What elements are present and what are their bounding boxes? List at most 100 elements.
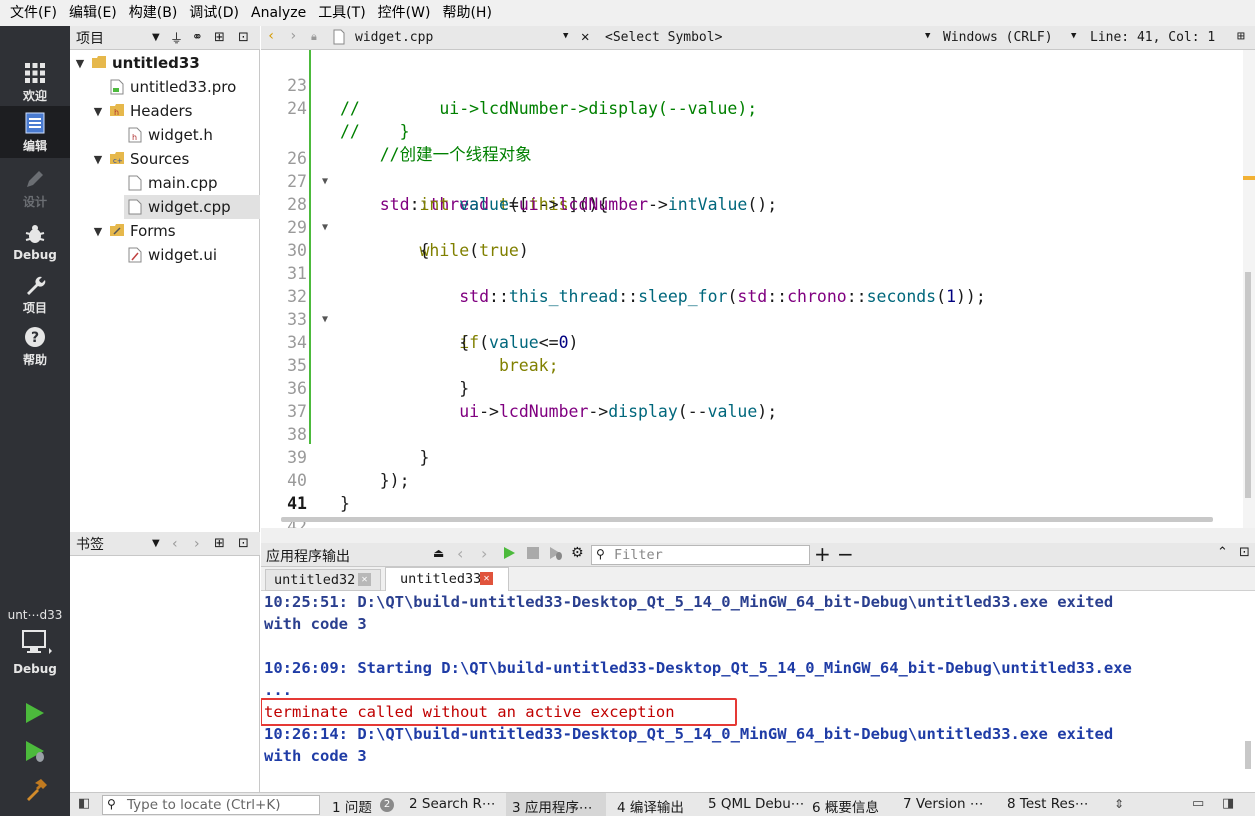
tree-label: Headers [130, 102, 193, 120]
tree-item-widget-cpp[interactable]: widget.cpp [124, 195, 260, 219]
tree-project-root[interactable]: ▼ untitled33 [74, 51, 260, 75]
menu-bar: 文件(F) 编辑(E) 构建(B) 调试(D) Analyze 工具(T) 控件… [0, 0, 1255, 26]
code-line: 34 break; [261, 308, 1241, 375]
zoom-out-icon[interactable]: − [837, 542, 854, 566]
toggle-right-sidebar-icon[interactable]: ◨ [1222, 796, 1234, 811]
current-file-name[interactable]: widget.cpp [355, 30, 433, 45]
menu-file[interactable]: 文件(F) [4, 0, 63, 26]
pane-test-results[interactable]: 8 Test Res⋯ [1007, 796, 1088, 812]
pane-application-output[interactable]: 3 应用程序⋯ [512, 796, 592, 816]
split-icon[interactable]: ⊞ [214, 536, 225, 551]
menu-tools[interactable]: 工具(T) [312, 0, 371, 26]
project-view-dropdown-icon[interactable]: ▼ [152, 32, 160, 43]
build-hammer-icon[interactable] [24, 778, 48, 806]
menu-debug[interactable]: 调试(D) [183, 0, 245, 26]
tree-item-widget-h[interactable]: h widget.h [128, 123, 260, 147]
mode-edit[interactable]: 编辑 [0, 106, 70, 158]
close-panel-icon[interactable]: ⊡ [238, 30, 249, 45]
editor-scroll-thumb[interactable] [1245, 272, 1251, 498]
application-output[interactable]: 10:25:51: D:\QT\build-untitled33-Desktop… [261, 591, 1255, 792]
close-tab-icon[interactable]: ✕ [480, 572, 493, 585]
split-editor-icon[interactable]: ⊞ [1237, 29, 1245, 44]
nav-forward-icon[interactable]: › [289, 28, 297, 44]
mode-debug-label: Debug [13, 248, 57, 262]
tree-item-pro-file[interactable]: untitled33.pro [110, 75, 260, 99]
menu-analyze[interactable]: Analyze [245, 0, 312, 26]
code-line: 39 }); [261, 423, 1241, 490]
close-tab-icon[interactable]: ✕ [358, 573, 371, 586]
close-file-icon[interactable]: ✕ [581, 29, 589, 45]
chevron-right-icon[interactable]: › [194, 536, 200, 552]
rerun-icon[interactable] [503, 546, 516, 564]
file-dropdown-icon[interactable]: ▼ [563, 31, 568, 41]
kit-selector-icon[interactable] [22, 630, 52, 662]
chevron-left-icon[interactable]: ‹ [457, 544, 463, 563]
symbol-selector[interactable]: <Select Symbol> [605, 30, 722, 45]
tree-folder-headers[interactable]: ▼ h Headers [92, 99, 260, 123]
menu-controls[interactable]: 控件(W) [372, 0, 437, 26]
close-panel-icon[interactable]: ⊡ [238, 536, 249, 551]
output-scroll-thumb[interactable] [1245, 741, 1251, 769]
lock-icon: 🔒︎ [311, 30, 317, 43]
debug-attach-icon[interactable] [549, 546, 563, 564]
tree-item-widget-ui[interactable]: widget.ui [128, 243, 260, 267]
mode-welcome[interactable]: 欢迎 [0, 56, 70, 108]
line-ending-selector[interactable]: Windows (CRLF) [943, 30, 1053, 45]
pane-version-control[interactable]: 7 Version ⋯ [903, 796, 983, 812]
settings-gear-icon[interactable]: ⚙ [571, 545, 584, 561]
tree-folder-forms[interactable]: ▼ Forms [92, 219, 260, 243]
attach-icon[interactable]: ⏏ [433, 546, 444, 560]
output-filter-input[interactable]: ⚲ Filter [591, 545, 810, 565]
tree-folder-sources[interactable]: ▼ c+ Sources [92, 147, 260, 171]
editor-horizontal-scrollbar[interactable] [281, 517, 1213, 522]
file-tab-icon [333, 29, 345, 49]
pane-search-results[interactable]: 2 Search R⋯ [409, 796, 495, 812]
kit-build-mode: Debug [13, 662, 57, 676]
pane-qml-debugger[interactable]: 5 QML Debu⋯ [708, 796, 804, 812]
panel-splitter[interactable] [261, 528, 1255, 543]
close-panel-icon[interactable]: ⊡ [1239, 545, 1250, 560]
editor-toolbar: ‹ › 🔒︎ widget.cpp ▼ ✕ <Select Symbol> ▼ … [261, 26, 1255, 50]
debug-run-icon[interactable] [24, 740, 48, 768]
pane-compile-output[interactable]: 4 编译输出 [617, 796, 684, 816]
split-icon[interactable]: ⊞ [214, 30, 225, 45]
run-icon[interactable] [24, 702, 46, 728]
code-line: //创建一个线程对象 [261, 97, 1241, 164]
nav-back-icon[interactable]: ‹ [267, 28, 275, 44]
code-editor[interactable]: 23 // ui->lcdNumber->display(--value); 2… [261, 50, 1255, 528]
pane-general-messages[interactable]: 6 概要信息 [812, 796, 879, 816]
stop-icon[interactable] [527, 547, 539, 563]
locator-input[interactable]: ⚲ Type to locate (Ctrl+K) [102, 795, 320, 815]
pencil-icon [24, 167, 46, 191]
zoom-in-icon[interactable]: + [814, 542, 831, 566]
chevron-left-icon[interactable]: ‹ [172, 536, 178, 552]
mode-help[interactable]: ? 帮助 [0, 320, 70, 372]
output-error-line: terminate called without an active excep… [264, 703, 675, 721]
pane-issues[interactable]: 1 问题 [332, 796, 372, 816]
symbol-dropdown-icon[interactable]: ▼ [925, 31, 930, 41]
cursor-position[interactable]: Line: 41, Col: 1 [1090, 30, 1215, 45]
output-tab-untitled32[interactable]: untitled32 ✕ [265, 569, 381, 591]
menu-edit[interactable]: 编辑(E) [63, 0, 123, 26]
menu-help[interactable]: 帮助(H) [436, 0, 497, 26]
mode-project[interactable]: 项目 [0, 268, 70, 320]
wrench-icon [24, 273, 46, 297]
kit-name: unt⋯d33 [7, 608, 63, 622]
mode-design[interactable]: 设计 [0, 162, 70, 214]
output-toolbar: 应用程序输出 ⏏ ‹ › ⚙ ⚲ Filter + − ⌃ ⊡ [261, 542, 1255, 567]
maximize-panel-icon[interactable]: ⌃ [1217, 545, 1228, 560]
project-folder-icon [92, 55, 106, 71]
output-tab-untitled33[interactable]: untitled33 ✕ [385, 567, 509, 591]
line-ending-dropdown-icon[interactable]: ▼ [1071, 31, 1076, 41]
bookmarks-dropdown-icon[interactable]: ▼ [152, 538, 160, 549]
menu-build[interactable]: 构建(B) [123, 0, 184, 26]
link-icon[interactable]: ⚭ [192, 30, 203, 45]
toggle-sidebar-icon[interactable]: ◧ [78, 796, 90, 811]
filter-icon[interactable]: ⏚ [170, 28, 183, 47]
mode-debug[interactable]: Debug [0, 216, 70, 268]
toggle-output-icon[interactable]: ▭ [1192, 796, 1204, 811]
chevron-right-icon[interactable]: › [481, 544, 487, 563]
output-line: 10:26:14: D:\QT\build-untitled33-Desktop… [264, 725, 1114, 743]
more-panes-icon[interactable]: ⇕ [1114, 797, 1124, 811]
tree-item-main-cpp[interactable]: main.cpp [128, 171, 260, 195]
